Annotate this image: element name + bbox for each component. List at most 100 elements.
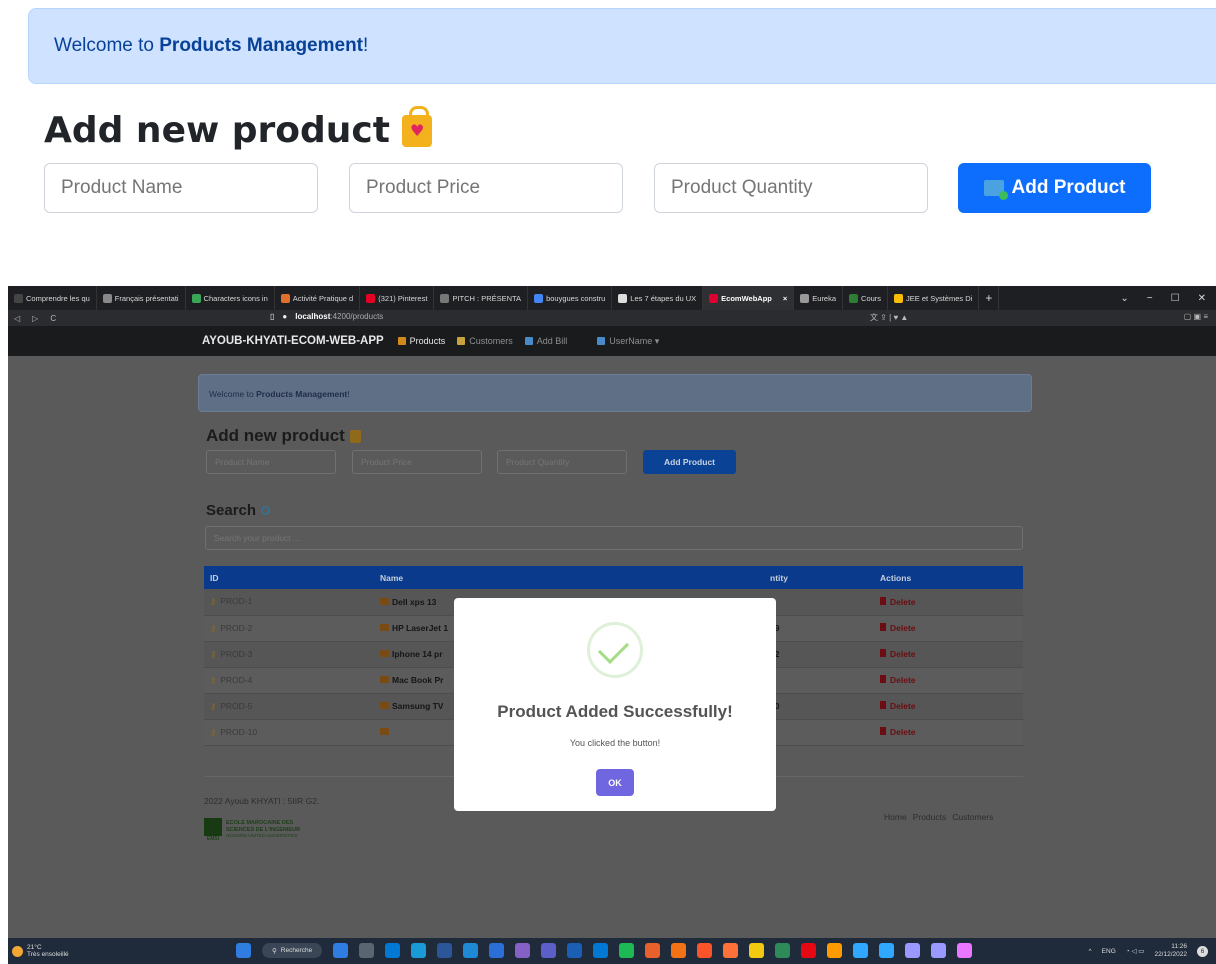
product-price-input[interactable] (352, 450, 482, 474)
taskbar-app-icon[interactable] (645, 943, 661, 958)
tray-chevron-icon[interactable]: ^ (1089, 948, 1092, 955)
taskbar-app-icon[interactable] (931, 943, 947, 958)
browser-tab[interactable]: Activité Pratique d (275, 286, 361, 310)
taskbar-app-icon[interactable] (723, 943, 739, 958)
browser-tab[interactable]: Eureka (794, 286, 844, 310)
modal-ok-button[interactable]: OK (596, 769, 634, 796)
key-icon: ⚷ (210, 596, 217, 607)
back-icon[interactable]: ◁ (8, 314, 26, 323)
taskbar-app-icon[interactable] (619, 943, 635, 958)
reload-icon[interactable]: C (44, 314, 62, 323)
tab-label: (321) Pinterest (378, 293, 428, 303)
delete-button[interactable]: Delete (880, 701, 916, 711)
close-icon[interactable]: ✕ (1198, 293, 1206, 304)
taskbar-app-icon[interactable] (515, 943, 531, 958)
product-price-input-zoom[interactable] (349, 163, 623, 213)
browser-tab[interactable]: JEE et Systèmes Di (888, 286, 980, 310)
taskbar-app-icon[interactable] (437, 943, 453, 958)
heading-text: Add new product (44, 110, 390, 151)
product-name-input-zoom[interactable] (44, 163, 318, 213)
success-modal: Product Added Successfully! You clicked … (454, 598, 776, 811)
taskbar-app-icon[interactable] (879, 943, 895, 958)
tab-close-icon[interactable]: × (783, 294, 787, 303)
quantity-cell: 2 (764, 589, 874, 616)
bill-icon (524, 337, 533, 345)
taskbar-app-icon[interactable] (775, 943, 791, 958)
clock[interactable]: 11:26 22/12/2022 (1154, 943, 1187, 959)
bookmark-icon[interactable]: ▯ (270, 312, 274, 321)
delete-button[interactable]: Delete (880, 675, 916, 685)
language-indicator[interactable]: ENG (1102, 948, 1116, 955)
add-product-button[interactable]: Add Product (643, 450, 736, 474)
footer-link-products[interactable]: Products (913, 812, 947, 822)
notification-badge[interactable]: 6 (1197, 945, 1208, 957)
lock-icon: ● (282, 312, 288, 321)
taskbar-app-icon[interactable] (957, 943, 973, 958)
taskbar-app-icon[interactable] (385, 943, 401, 958)
add-product-button-zoom[interactable]: Add Product (958, 163, 1151, 213)
wifi-icon[interactable]: ◔ ◁ ▭ (1126, 947, 1145, 955)
taskbar-app-icon[interactable] (593, 943, 609, 958)
taskbar-app-icon[interactable] (489, 943, 505, 958)
tab-label: bouygues constru (546, 293, 606, 303)
browser-tab[interactable]: Cours (843, 286, 889, 310)
tab-list-icon[interactable]: ⌄ (1120, 293, 1128, 304)
taskbar-app-icon[interactable] (697, 943, 713, 958)
windows-start-icon[interactable] (236, 943, 251, 958)
delete-label: Delete (890, 675, 916, 685)
browser-tab[interactable]: (321) Pinterest (360, 286, 435, 310)
minimize-icon[interactable]: − (1147, 293, 1153, 304)
taskbar-app-icon[interactable] (359, 943, 375, 958)
add-product-heading: Add new product (206, 426, 361, 446)
forward-icon[interactable]: ▷ (26, 314, 44, 323)
product-name: Samsung TV (392, 701, 444, 711)
delete-button[interactable]: Delete (880, 623, 916, 633)
taskbar-app-icon[interactable] (853, 943, 869, 958)
footer-link-home[interactable]: Home (884, 812, 907, 822)
product-name-input[interactable] (206, 450, 336, 474)
nav-link-products[interactable]: Products (397, 336, 445, 347)
browser-tab[interactable]: Les 7 étapes du UX (612, 286, 704, 310)
nav-link-label: UserName ▾ (609, 335, 660, 346)
taskbar-apps: ⚲ Recherche (236, 943, 973, 958)
browser-tab[interactable]: PITCH : PRÉSENTA (434, 286, 529, 310)
nav-link-user-menu[interactable]: UserName ▾ (597, 336, 659, 347)
browser-tab[interactable]: Characters icons in (186, 286, 275, 310)
footer-link-customers[interactable]: Customers (952, 812, 993, 822)
shopping-bag-icon (349, 429, 361, 443)
taskbar-app-icon[interactable] (411, 943, 427, 958)
taskbar-app-icon[interactable] (541, 943, 557, 958)
tab-label: Activité Pratique d (292, 293, 354, 303)
product-quantity-input-zoom[interactable] (654, 163, 928, 213)
delete-button[interactable]: Delete (880, 649, 916, 659)
taskbar-app-icon[interactable] (567, 943, 583, 958)
delete-button[interactable]: Delete (880, 596, 916, 607)
taskbar-app-icon[interactable] (827, 943, 843, 958)
taskbar-app-icon[interactable] (905, 943, 921, 958)
maximize-icon[interactable]: ☐ (1171, 293, 1180, 304)
taskbar-app-icon[interactable] (463, 943, 479, 958)
browser-tab[interactable]: Français présentati (97, 286, 186, 310)
product-quantity-input[interactable] (497, 450, 627, 474)
delete-button[interactable]: Delete (880, 727, 916, 737)
taskbar-search[interactable]: ⚲ Recherche (262, 943, 323, 958)
browser-tab[interactable]: EcomWebApp × (703, 286, 795, 310)
search-input[interactable] (205, 526, 1023, 550)
taskbar-app-icon[interactable] (801, 943, 817, 958)
taskbar-app-icon[interactable] (333, 943, 349, 958)
product-id: PROD-1 (220, 596, 253, 607)
logo-line-3: HONORIS UNITED UNIVERSITIES (226, 833, 298, 839)
url-field[interactable]: ▯ ● localhost:4200/products (270, 312, 383, 321)
new-tab-button[interactable]: + (979, 286, 1000, 310)
browser-tab[interactable]: bouygues constru (528, 286, 613, 310)
logo-line-1: ECOLE MAROCAINE DES (226, 820, 294, 827)
nav-link-customers[interactable]: Customers (457, 336, 513, 347)
brand-link[interactable]: AYOUB-KHYATI-ECOM-WEB-APP (202, 335, 384, 347)
sidebar-icon[interactable]: ▢ ▣ ≡ (1184, 312, 1208, 321)
browser-tab[interactable]: Comprendre les qu (8, 286, 97, 310)
weather-widget[interactable]: 21°C Très ensoleillé (12, 944, 69, 958)
taskbar-app-icon[interactable] (749, 943, 765, 958)
nav-link-add-bill[interactable]: Add Bill (524, 336, 567, 347)
translate-icon[interactable]: 文 ⇪ | ♥ ▲ (870, 312, 908, 323)
taskbar-app-icon[interactable] (671, 943, 687, 958)
